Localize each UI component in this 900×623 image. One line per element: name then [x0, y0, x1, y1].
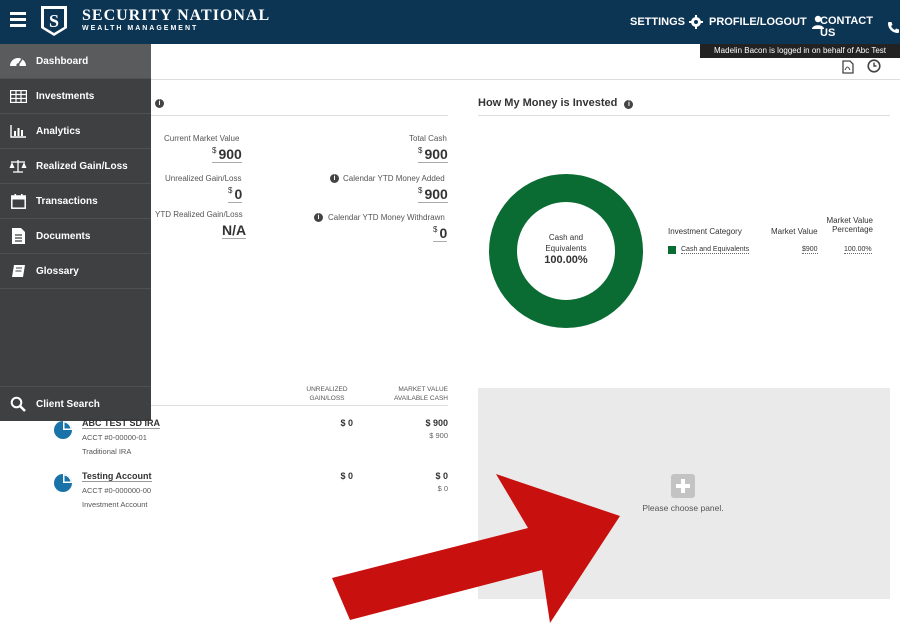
account-name-link[interactable]: Testing Account — [82, 471, 152, 482]
dashboard-icon — [0, 54, 36, 68]
legend-header-market-value: Market Value — [771, 227, 818, 236]
top-bar: S SECURITY NATIONAL WEALTH MANAGEMENT SE… — [0, 0, 900, 44]
pdf-icon[interactable] — [842, 60, 854, 74]
svg-text:S: S — [49, 11, 59, 31]
sidebar-item-analytics[interactable]: Analytics — [0, 114, 151, 149]
sidebar-item-label: Investments — [36, 90, 95, 102]
logo-icon[interactable]: S — [38, 4, 70, 38]
accounts-col-market-value: MARKET VALUE AVAILABLE CASH — [394, 386, 448, 402]
sidebar-item-label: Dashboard — [36, 55, 89, 67]
invested-divider — [478, 115, 890, 116]
account-name-link[interactable]: ABC TEST SD IRA — [82, 418, 161, 429]
profile-label: PROFILE/LOGOUT — [709, 16, 807, 28]
ytd-realized-value: N/A — [222, 222, 247, 239]
total-cash-label: Total Cash — [409, 134, 447, 143]
info-icon[interactable]: i — [155, 99, 164, 108]
gear-icon — [689, 15, 704, 29]
phone-icon — [887, 21, 900, 34]
sidebar-item-documents[interactable]: Documents — [0, 219, 151, 254]
ytd-realized-label: YTD Realized Gain/Loss — [155, 210, 243, 219]
info-icon[interactable]: i — [624, 100, 634, 109]
legend-market-value-cash: $900 — [802, 246, 818, 254]
account-type: Investment Account — [82, 500, 148, 509]
sidebar-item-label: Documents — [36, 230, 91, 242]
account-pie-icon — [54, 421, 72, 439]
red-arrow-annotation — [332, 474, 620, 623]
profile-logout-link[interactable]: PROFILE/LOGOUT — [709, 15, 825, 29]
accounts-divider — [151, 405, 448, 406]
document-icon — [0, 228, 36, 244]
info-icon[interactable]: i — [330, 174, 339, 183]
legend-category-cash[interactable]: Cash and Equivalents — [681, 246, 750, 254]
sidebar-item-realized-gain-loss[interactable]: Realized Gain/Loss — [0, 149, 151, 184]
header-divider — [151, 79, 900, 80]
brand-subtitle: WEALTH MANAGEMENT — [82, 25, 199, 32]
account-pie-icon — [54, 474, 72, 492]
sidebar-item-label: Analytics — [36, 125, 81, 137]
legend-header-mv-percentage: Market Value Percentage — [826, 216, 873, 234]
account-unrealized: $ 0 — [340, 418, 353, 428]
settings-link[interactable]: SETTINGS — [630, 15, 704, 29]
donut-center-label: Cash and Equivalents 100.00% — [536, 232, 596, 266]
menu-icon[interactable] — [10, 12, 26, 27]
sidebar-item-glossary[interactable]: Glossary — [0, 254, 151, 289]
summary-divider — [151, 115, 448, 116]
sidebar-item-transactions[interactable]: Transactions — [0, 184, 151, 219]
donut-center-percentage: 100.00% — [544, 254, 588, 266]
scale-icon — [0, 159, 36, 173]
current-market-value: $900 — [212, 146, 242, 163]
bar-chart-icon — [0, 124, 36, 138]
ytd-added-label: Calendar YTD Money Added — [343, 174, 445, 183]
account-number: ACCT #0-00000-01 — [82, 433, 147, 442]
sidebar-item-label: Transactions — [36, 195, 98, 207]
ytd-withdrawn-value: $0 — [433, 225, 448, 242]
contact-label: CONTACT US — [820, 15, 873, 39]
account-available-cash: $ 900 — [429, 431, 448, 440]
current-market-value-label: Current Market Value — [164, 134, 240, 143]
impersonation-banner: Madelin Bacon is logged in on behalf of … — [700, 44, 900, 58]
choose-panel-prompt: Please choose panel. — [642, 503, 724, 513]
search-icon — [0, 396, 36, 412]
history-icon[interactable] — [867, 59, 881, 73]
invested-section-title: How My Money is Invested i — [478, 97, 634, 109]
ytd-added-value: $900 — [418, 186, 448, 203]
account-market-value: $ 900 — [425, 418, 448, 428]
add-panel-plus-icon[interactable] — [671, 474, 695, 498]
account-number: ACCT #0-000000-00 — [82, 486, 152, 495]
sidebar-item-investments[interactable]: Investments — [0, 79, 151, 114]
sidebar-item-dashboard[interactable]: Dashboard — [0, 44, 151, 79]
settings-label: SETTINGS — [630, 16, 686, 28]
accounts-col-unrealized: UNREALIZED GAIN/LOSS — [306, 386, 348, 402]
brand-name: SECURITY NATIONAL — [82, 7, 271, 24]
sidebar-item-label: Realized Gain/Loss — [36, 160, 128, 172]
legend-percentage-cash: 100.00% — [844, 246, 872, 254]
calendar-icon — [0, 193, 36, 209]
account-type: Traditional IRA — [82, 447, 132, 456]
client-search-label: Client Search — [36, 398, 100, 410]
sidebar: Dashboard Investments Analytics Realized… — [0, 44, 151, 421]
ytd-withdrawn-label: Calendar YTD Money Withdrawn — [328, 213, 445, 222]
sidebar-item-label: Glossary — [36, 265, 79, 277]
sidebar-client-search[interactable]: Client Search — [0, 386, 151, 421]
contact-us-link[interactable]: CONTACT US — [820, 15, 900, 39]
info-icon[interactable]: i — [314, 213, 323, 222]
unrealized-gain-loss-label: Unrealized Gain/Loss — [165, 174, 242, 183]
total-cash-value: $900 — [418, 146, 448, 163]
legend-header-category: Investment Category — [668, 227, 742, 236]
table-icon — [0, 89, 36, 103]
book-icon — [0, 264, 36, 279]
unrealized-gain-loss-value: $0 — [228, 186, 243, 203]
legend-swatch-cash — [668, 246, 676, 254]
